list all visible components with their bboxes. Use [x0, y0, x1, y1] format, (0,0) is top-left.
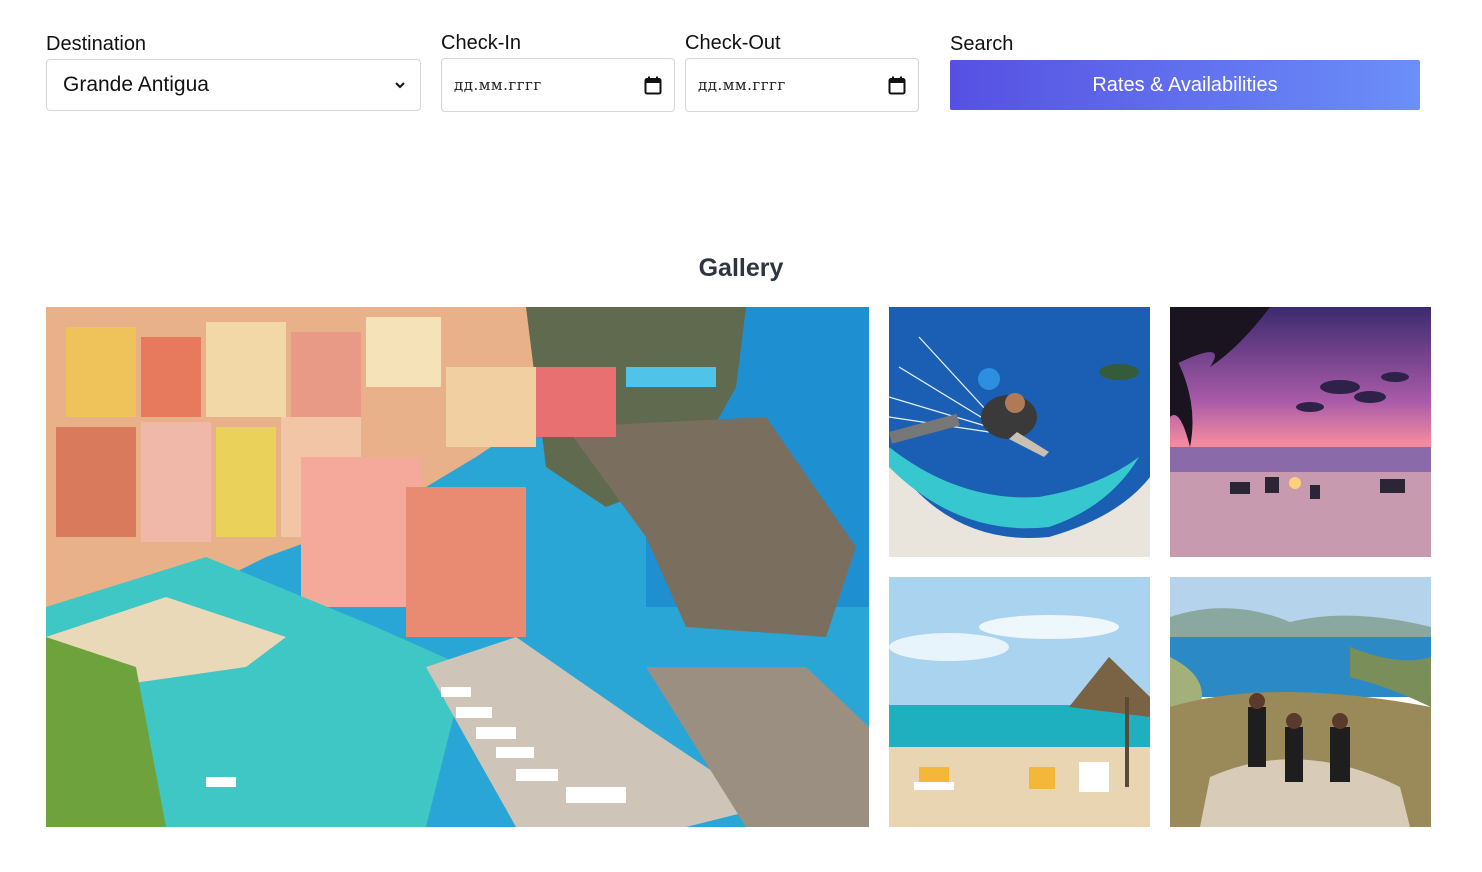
search-field: Search	[950, 32, 1013, 56]
check-out-label: Check-Out	[685, 32, 781, 54]
village-harbor-illustration	[46, 307, 869, 827]
sunset-beach-illustration	[1170, 307, 1431, 557]
check-out-placeholder: дд.мм.гггг	[698, 76, 786, 94]
gallery-image-sunset[interactable]	[1170, 307, 1431, 557]
check-out-field: Check-Out	[685, 31, 781, 55]
chevron-down-icon	[395, 82, 405, 89]
destination-select[interactable]: Grande Antigua	[46, 59, 421, 111]
gallery-image-hikers[interactable]	[1170, 577, 1431, 827]
rates-availabilities-button[interactable]: Rates & Availabilities	[950, 60, 1420, 110]
gallery-image-paragliding[interactable]	[889, 307, 1150, 557]
calendar-icon[interactable]	[888, 76, 906, 95]
destination-label: Destination	[46, 33, 147, 55]
search-label: Search	[950, 33, 1014, 55]
gallery-title: Gallery	[698, 254, 784, 282]
gallery-image-village[interactable]	[46, 307, 869, 827]
check-in-label: Check-In	[441, 32, 522, 54]
check-in-date-input[interactable]: дд.мм.гггг	[441, 58, 675, 112]
paragliding-illustration	[889, 307, 1150, 557]
destination-field: Destination	[46, 32, 146, 56]
destination-selected-value: Grande Antigua	[63, 73, 209, 96]
check-out-date-input[interactable]: дд.мм.гггг	[685, 58, 919, 112]
calendar-icon[interactable]	[644, 76, 662, 95]
check-in-field: Check-In	[441, 31, 521, 55]
check-in-placeholder: дд.мм.гггг	[454, 76, 542, 94]
hikers-illustration	[1170, 577, 1431, 827]
gallery-image-beach[interactable]	[889, 577, 1150, 827]
beach-umbrella-illustration	[889, 577, 1150, 827]
